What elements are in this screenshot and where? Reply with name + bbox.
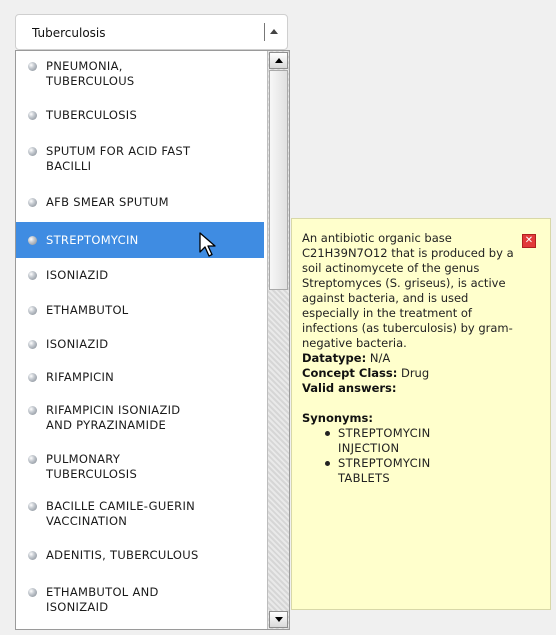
- up-arrow-icon: [270, 29, 278, 34]
- bullet-icon: [28, 306, 37, 315]
- list-item-label: STREPTOMYCIN: [46, 233, 139, 247]
- list-item-label: PULMONARY TUBERCULOSIS: [46, 452, 138, 481]
- search-box[interactable]: [15, 14, 288, 50]
- valid-answers-label: Valid answers:: [302, 381, 397, 395]
- down-arrow-icon: [275, 617, 283, 622]
- concept-description: An antibiotic organic base C21H39N7O12 t…: [302, 231, 514, 350]
- list-item[interactable]: RIFAMPICIN: [16, 361, 264, 393]
- list-item-label: PNEUMONIA, TUBERCULOUS: [46, 59, 135, 88]
- concept-class-label: Concept Class:: [302, 366, 398, 380]
- results-listbox[interactable]: PNEUMONIA, TUBERCULOUS TUBERCULOSIS SPUTUM…: [15, 50, 290, 630]
- list-item-label: RIFAMPICIN ISONIAZID AND PYRAZINAMIDE: [46, 403, 181, 432]
- list-item[interactable]: BACILLE CAMILE-GUERIN VACCINATION: [16, 491, 264, 537]
- close-icon[interactable]: ✕: [522, 234, 536, 248]
- list-item-label: RIFAMPICIN: [46, 370, 115, 384]
- list-item-label: ISONIAZID: [46, 337, 109, 351]
- bullet-icon: [28, 373, 37, 382]
- bullet-icon: [28, 455, 37, 464]
- list-item[interactable]: PNEUMONIA, TUBERCULOUS: [16, 51, 264, 97]
- list-item[interactable]: PULMONARY TUBERCULOSIS: [16, 442, 264, 491]
- bullet-icon: [28, 111, 37, 120]
- list-item-label: ETHAMBUTOL AND ISONIZAID: [46, 585, 159, 614]
- synonym-item: STREPTOMYCIN INJECTION: [325, 426, 541, 456]
- bullet-icon: [28, 406, 37, 415]
- synonym-item: STREPTOMYCIN TABLETS: [325, 456, 541, 486]
- synonyms-list: STREPTOMYCIN INJECTION STREPTOMYCIN TABL…: [302, 426, 541, 486]
- list-item-label: BACILLE CAMILE-GUERIN VACCINATION: [46, 499, 196, 528]
- list-item[interactable]: ISONIAZID: [16, 327, 264, 361]
- list-item[interactable]: RIFAMPICIN ISONIAZID AND PYRAZINAMIDE: [16, 393, 264, 442]
- list-item-label: SPUTUM FOR ACID FAST BACILLI: [46, 144, 191, 173]
- list-item[interactable]: ADENITIS, TUBERCULOUS: [16, 537, 264, 574]
- list-item[interactable]: TUBERCULOSIS: [16, 97, 264, 134]
- bullet-icon: [28, 551, 37, 560]
- scroll-down-button[interactable]: [269, 611, 288, 628]
- datatype-value: N/A: [369, 351, 391, 365]
- list-item-label: ISONIAZID: [46, 268, 109, 282]
- bullet-icon: [28, 147, 37, 156]
- list-item[interactable]: ISONIAZID: [16, 258, 264, 293]
- datatype-label: Datatype:: [302, 351, 367, 365]
- concept-class-row: Concept Class: Drug: [302, 366, 541, 381]
- scrollbar-thumb[interactable]: [269, 70, 288, 290]
- search-input[interactable]: [32, 24, 252, 42]
- bullet-icon: [28, 271, 37, 280]
- bullet-icon: [28, 502, 37, 511]
- list-item-label: ADENITIS, TUBERCULOUS: [46, 548, 199, 562]
- list-item[interactable]: ETHAMBUTOL: [16, 293, 264, 327]
- synonyms-row: Synonyms:: [302, 411, 541, 426]
- vertical-scrollbar[interactable]: [267, 51, 289, 629]
- up-arrow-icon: [275, 58, 283, 63]
- bullet-icon: [28, 198, 37, 207]
- bullet-icon: [28, 236, 37, 245]
- concept-tooltip: ✕ An antibiotic organic base C21H39N7O12…: [291, 218, 551, 610]
- dropdown-toggle-button[interactable]: [264, 23, 281, 41]
- valid-answers-row: Valid answers:: [302, 381, 541, 396]
- bullet-icon: [28, 340, 37, 349]
- bullet-icon: [28, 588, 37, 597]
- bullet-icon: [28, 62, 37, 71]
- list-item-label: AFB SMEAR SPUTUM: [46, 195, 169, 209]
- datatype-row: Datatype: N/A: [302, 351, 541, 366]
- synonyms-label: Synonyms:: [302, 411, 373, 425]
- list-item-label: ETHAMBUTOL: [46, 303, 129, 317]
- mouse-pointer-icon: [199, 232, 216, 257]
- scroll-up-button[interactable]: [269, 52, 288, 69]
- list-item-label: TUBERCULOSIS: [46, 108, 138, 122]
- concept-class-value: Drug: [400, 366, 430, 380]
- list-item[interactable]: STREPTOMYCIN: [16, 222, 264, 258]
- list-item[interactable]: ETHAMBUTOL AND ISONIZAID: [16, 574, 264, 626]
- list-item[interactable]: SPUTUM FOR ACID FAST BACILLI: [16, 134, 264, 183]
- list-item[interactable]: AFB SMEAR SPUTUM: [16, 183, 264, 222]
